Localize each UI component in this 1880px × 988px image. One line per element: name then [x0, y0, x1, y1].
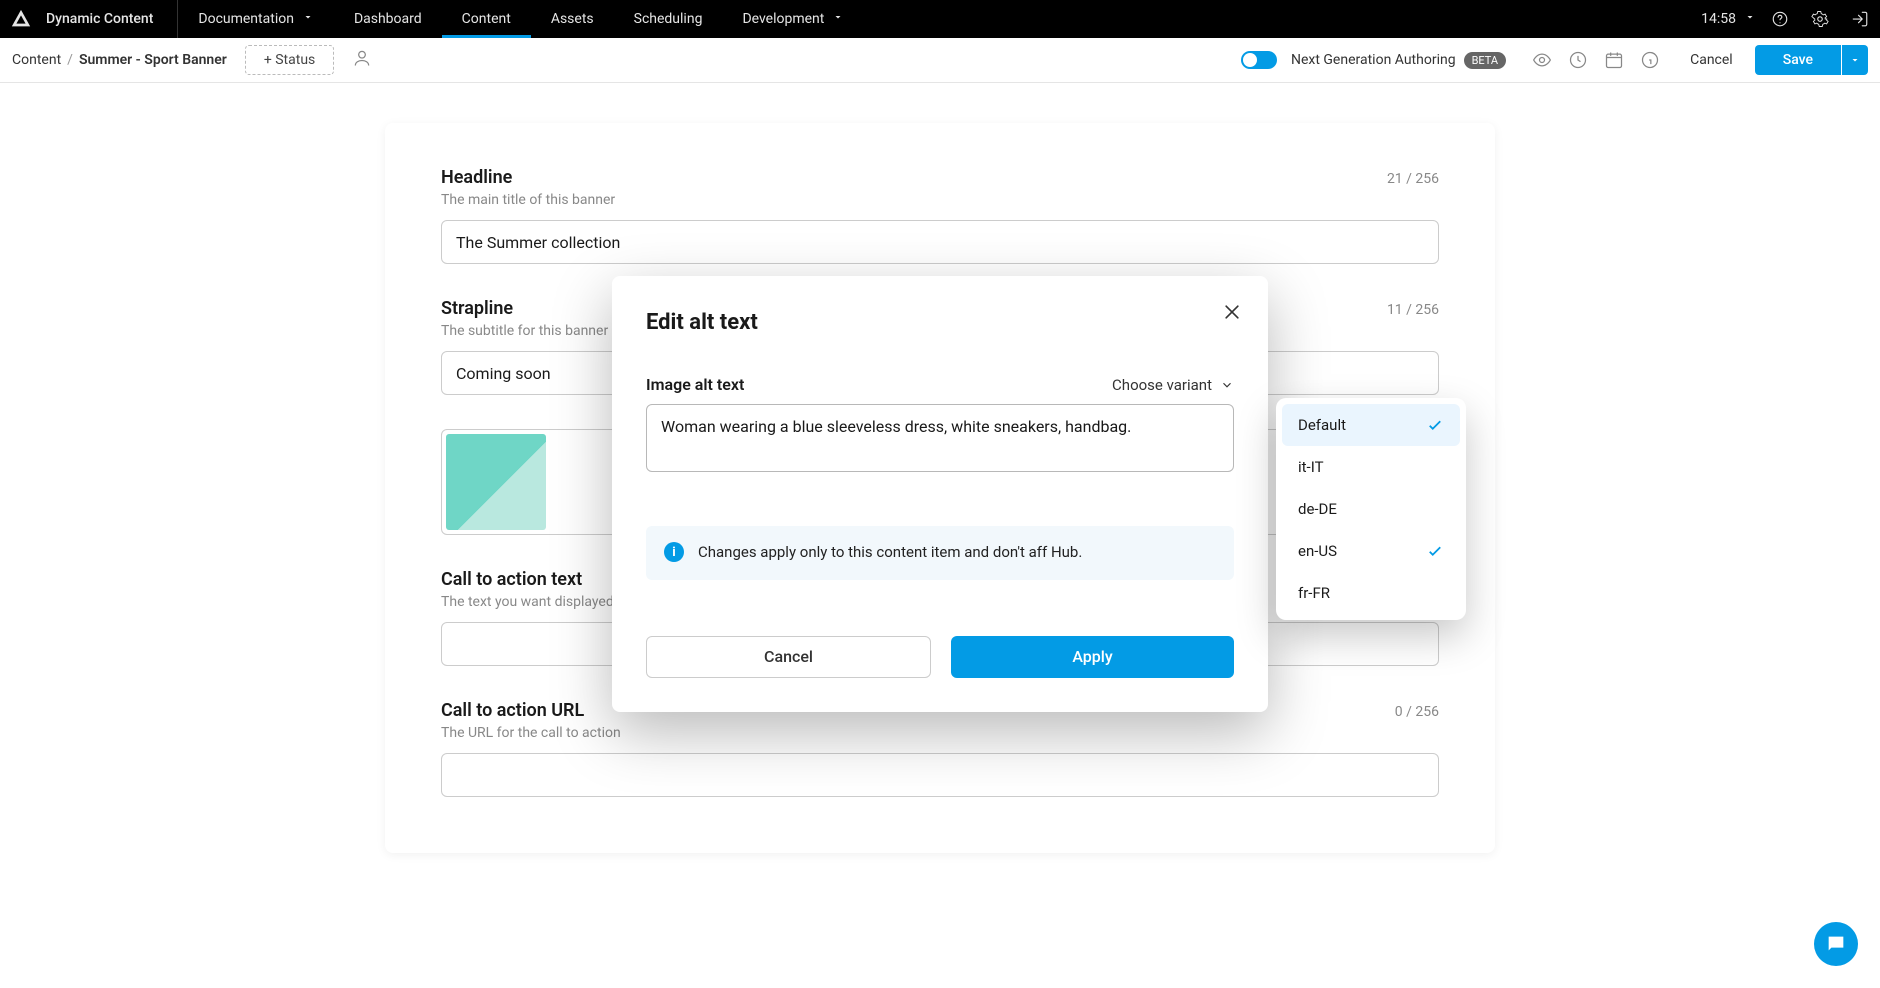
caret-down-icon: [1744, 11, 1756, 27]
history-icon: [1568, 50, 1588, 70]
amplience-logo-icon: [10, 8, 32, 30]
breadcrumb-item: Summer - Sport Banner: [79, 52, 227, 68]
history-button[interactable]: [1560, 50, 1596, 70]
logout-button[interactable]: [1840, 0, 1880, 38]
image-alt-text-input[interactable]: Woman wearing a blue sleeveless dress, w…: [646, 404, 1234, 472]
choose-variant-label: Choose variant: [1112, 376, 1212, 394]
strapline-counter: 11 / 256: [1387, 302, 1439, 318]
help-icon: [1771, 10, 1789, 28]
nav-dashboard-label: Dashboard: [354, 11, 422, 27]
edit-alt-text-modal: Edit alt text Image alt text Choose vari…: [612, 276, 1268, 712]
chevron-down-icon: [1220, 378, 1234, 392]
settings-button[interactable]: [1800, 0, 1840, 38]
modal-info-banner: i Changes apply only to this content ite…: [646, 526, 1234, 580]
cta-url-input[interactable]: [441, 753, 1439, 797]
cta-text-label: Call to action text: [441, 569, 582, 590]
cancel-link[interactable]: Cancel: [1668, 52, 1755, 68]
caret-down-icon: [302, 11, 314, 27]
headline-hint: The main title of this banner: [441, 192, 1439, 208]
info-icon: [1640, 50, 1660, 70]
logout-icon: [1851, 10, 1869, 28]
save-button[interactable]: Save: [1755, 45, 1841, 75]
breadcrumb-root[interactable]: Content: [12, 52, 61, 68]
add-status-button[interactable]: + Status: [245, 45, 334, 75]
image-thumbnail: [446, 434, 546, 530]
nav-scheduling-label: Scheduling: [634, 11, 703, 27]
cta-url-label: Call to action URL: [441, 700, 584, 721]
choose-variant-button[interactable]: Choose variant: [1112, 376, 1234, 394]
topbar-right: 14:58: [1681, 0, 1880, 38]
breadcrumb-separator: /: [61, 52, 79, 68]
beta-badge: BETA: [1464, 52, 1507, 69]
headline-counter: 21 / 256: [1387, 171, 1439, 187]
nav-content-label: Content: [462, 11, 511, 27]
modal-cancel-button[interactable]: Cancel: [646, 636, 931, 678]
image-alt-text-label: Image alt text: [646, 375, 744, 394]
nav-documentation-label: Documentation: [198, 11, 294, 27]
subbar: Content / Summer - Sport Banner + Status…: [0, 38, 1880, 83]
cta-url-hint: The URL for the call to action: [441, 725, 1439, 741]
preview-button[interactable]: [1524, 50, 1560, 70]
caret-down-icon: [832, 11, 844, 27]
nav-development[interactable]: Development: [722, 0, 864, 38]
cta-text-counter: 0 / 256: [1395, 573, 1439, 589]
chat-fab[interactable]: [1814, 922, 1858, 966]
field-cta-url: Call to action URL 0 / 256 The URL for t…: [441, 700, 1439, 797]
schedule-button[interactable]: [1596, 50, 1632, 70]
ng-authoring-label: Next Generation Authoring: [1291, 52, 1456, 68]
nav-assets-label: Assets: [551, 11, 594, 27]
nav-content[interactable]: Content: [442, 0, 531, 38]
ng-authoring-toggle[interactable]: [1241, 51, 1277, 69]
nav-dashboard[interactable]: Dashboard: [334, 0, 442, 38]
topbar: Dynamic Content Documentation Dashboard …: [0, 0, 1880, 38]
cta-url-counter: 0 / 256: [1395, 704, 1439, 720]
info-button[interactable]: [1632, 50, 1668, 70]
close-icon: [1222, 302, 1242, 322]
headline-input[interactable]: [441, 220, 1439, 264]
eye-icon: [1532, 50, 1552, 70]
user-icon: [352, 48, 372, 68]
nav-development-label: Development: [742, 11, 824, 27]
topbar-time[interactable]: 14:58: [1681, 0, 1760, 38]
toggle-knob: [1243, 53, 1257, 67]
strapline-label: Strapline: [441, 298, 513, 319]
modal-close-button[interactable]: [1218, 298, 1246, 330]
save-options-button[interactable]: [1842, 45, 1868, 75]
chat-icon: [1825, 933, 1847, 955]
modal-title: Edit alt text: [646, 310, 1234, 335]
headline-label: Headline: [441, 167, 512, 188]
app-brand: Dynamic Content: [46, 0, 178, 38]
gear-icon: [1811, 10, 1829, 28]
help-button[interactable]: [1760, 0, 1800, 38]
caret-down-icon: [1849, 54, 1861, 66]
field-headline: Headline 21 / 256 The main title of this…: [441, 167, 1439, 264]
modal-info-text: Changes apply only to this content item …: [698, 542, 1082, 564]
nav-documentation[interactable]: Documentation: [178, 0, 334, 38]
calendar-icon: [1604, 50, 1624, 70]
nav-scheduling[interactable]: Scheduling: [614, 0, 723, 38]
app-logo: [10, 8, 32, 30]
assignee-button[interactable]: [352, 48, 372, 72]
nav-assets[interactable]: Assets: [531, 0, 614, 38]
topbar-time-label: 14:58: [1701, 11, 1736, 27]
info-icon: i: [664, 542, 684, 562]
modal-apply-button[interactable]: Apply: [951, 636, 1234, 678]
